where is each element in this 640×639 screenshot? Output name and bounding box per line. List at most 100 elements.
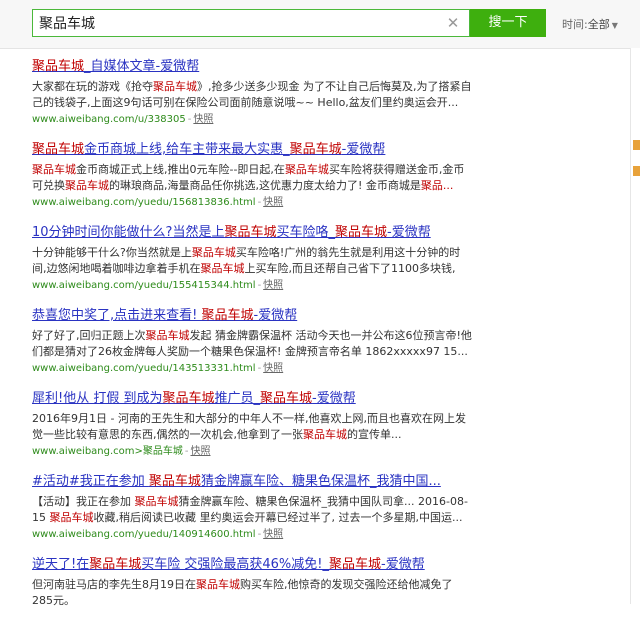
chevron-down-icon: ▼ <box>611 21 618 30</box>
result-snippet-text: 十分钟能够干什么?你当然就是上 <box>32 246 192 259</box>
result-title-link[interactable]: 逆天了!在聚品车城买车险 交强险最高获46%减免!_聚品车城-爱微帮 <box>32 556 472 574</box>
result-meta: www.aiweibang.com/yuedu/155415344.html - 快… <box>32 279 472 293</box>
meta-separator: - <box>257 529 262 540</box>
result-meta: www.aiweibang.com/u/338305- 快照 <box>32 113 472 127</box>
result-meta: www.aiweibang.com>聚品车城 - 快照 <box>32 445 472 459</box>
result-url[interactable]: www.aiweibang.com/yuedu/156813836.html <box>32 197 256 208</box>
result-url[interactable]: www.aiweibang.com/yuedu/143513331.html <box>32 363 256 374</box>
keyword-highlight: 聚品车城 <box>32 59 85 74</box>
result-url[interactable]: www.aiweibang.com/u/338305 <box>32 114 186 125</box>
result-snippet: 2016年9月1日 - 河南的王先生和大部分的中年人不一样,他喜欢上网,而且也喜… <box>32 411 472 443</box>
time-filter[interactable]: 时间:全部 ▼ <box>562 16 618 32</box>
search-button[interactable]: 搜一下 <box>470 9 546 37</box>
keyword-highlight: 聚品车城 <box>162 391 215 406</box>
result-title-text: -爱微帮 <box>253 308 298 323</box>
result-title-text: 推广员_ <box>214 391 261 406</box>
right-sidebar-marker <box>633 166 640 176</box>
cache-link[interactable]: 快照 <box>191 446 211 457</box>
keyword-highlight: 聚品车城 <box>145 329 190 342</box>
keyword-highlight: 聚品车城 <box>191 246 236 259</box>
search-box[interactable]: ✕ <box>32 9 470 37</box>
result-title-text: 逆天了!在 <box>32 557 90 572</box>
result-snippet-text: 的宣传单... <box>347 428 402 441</box>
clear-icon[interactable]: ✕ <box>445 13 461 33</box>
right-sidebar-marker <box>633 140 640 150</box>
result-title-link[interactable]: 恭喜您中奖了,点击进来查看! 聚品车城-爱微帮 <box>32 307 472 325</box>
result-title-text: 恭喜您中奖了,点击进来查看! <box>32 308 202 323</box>
result-snippet: 十分钟能够干什么?你当然就是上聚品车城买车险咯!广州的翁先生就是利用这十分钟的时… <box>32 245 472 277</box>
keyword-highlight: 聚品车城 <box>196 578 240 591</box>
result-title-text: -爱微帮 <box>312 391 356 406</box>
search-result: #活动#我正在参加 聚品车城猜金牌赢车险、糖果色保温杯_我猜中国... 【活动】我… <box>32 473 472 556</box>
result-title-text: -爱微帮 <box>341 142 386 157</box>
keyword-highlight: 聚品车城 <box>284 163 329 176</box>
keyword-highlight: 聚品车城 <box>65 179 109 192</box>
result-title-link[interactable]: 聚品车城金币商城上线,给车主带来最大实惠_聚品车城-爱微帮 <box>32 141 472 159</box>
result-meta: www.aiweibang.com/yuedu/156813836.html - 快… <box>32 196 472 210</box>
keyword-highlight: 聚品车城 <box>289 142 342 157</box>
search-result: 10分钟时间你能做什么?当然是上聚品车城买车险咯_聚品车城-爱微帮 十分钟能够干什… <box>32 224 472 307</box>
keyword-highlight: 聚品车城 <box>134 495 179 508</box>
result-snippet: 好了好了,回归正题上次聚品车城发起 猜金牌霸保温杯 活动今天也一并公布这6位预言… <box>32 328 472 360</box>
time-filter-label: 时间: <box>562 18 588 31</box>
search-input[interactable] <box>39 12 439 34</box>
time-filter-value[interactable]: 全部 <box>588 18 610 31</box>
result-title-text: #活动#我正在参加 <box>32 474 149 489</box>
result-title-text: _自媒体文章-爱微帮 <box>84 59 200 74</box>
result-title-text: 金币商城上线,给车主带来最大实惠_ <box>84 142 290 157</box>
result-title-text: -爱微帮 <box>381 557 425 572</box>
result-title-text: 买车险咯_ <box>276 225 335 240</box>
cache-link[interactable]: 快照 <box>263 363 283 374</box>
keyword-highlight: 聚品... <box>420 179 454 192</box>
keyword-highlight: 聚品车城 <box>334 225 387 240</box>
result-meta: www.aiweibang.com/yuedu/143513331.html - 快… <box>32 362 472 376</box>
search-result: 聚品车城金币商城上线,给车主带来最大实惠_聚品车城-爱微帮 聚品车城金币商城正式上… <box>32 141 472 224</box>
result-title-text: -爱微帮 <box>387 225 431 240</box>
search-header: ✕ 搜一下 时间:全部▼ <box>0 0 640 49</box>
cache-link[interactable]: 快照 <box>193 114 213 125</box>
result-title-text: 买车险 交强险最高获46%减免!_ <box>141 557 329 572</box>
keyword-highlight: 聚品车城 <box>49 511 94 524</box>
result-snippet-text: 【活动】我正在参加 <box>32 495 135 508</box>
keyword-highlight: 聚品车城 <box>201 308 254 323</box>
cache-link[interactable]: 快照 <box>263 197 283 208</box>
result-snippet: 【活动】我正在参加 聚品车城猜金牌赢车险、糖果色保温杯_我猜中国队司拿... 2… <box>32 494 472 526</box>
result-snippet: 聚品车城金币商城正式上线,推出0元车险--即日起,在聚品车城买车险将获得赠送金币… <box>32 162 472 194</box>
result-title-link[interactable]: 10分钟时间你能做什么?当然是上聚品车城买车险咯_聚品车城-爱微帮 <box>32 224 472 242</box>
result-url[interactable]: www.aiweibang.com/yuedu/140914600.html <box>32 529 256 540</box>
result-title-text: 犀利!他从 打假 到成为 <box>32 391 163 406</box>
keyword-highlight: 聚品车城 <box>32 163 76 176</box>
meta-separator: - <box>184 446 189 457</box>
search-result: 恭喜您中奖了,点击进来查看! 聚品车城-爱微帮 好了好了,回归正题上次聚品车城发起… <box>32 307 472 390</box>
result-snippet-text: 但河南驻马店的李先生8月19日在 <box>32 578 196 591</box>
result-url[interactable]: www.aiweibang.com/yuedu/155415344.html <box>32 280 256 291</box>
keyword-highlight: 聚品车城 <box>224 225 277 240</box>
result-snippet-text: 好了好了,回归正题上次 <box>32 329 146 342</box>
keyword-highlight: 聚品车城 <box>328 557 381 572</box>
meta-separator: - <box>257 197 262 208</box>
result-snippet-text: 大家都在玩的游戏《抢夺 <box>32 80 153 93</box>
result-url[interactable]: www.aiweibang.com>聚品车城 <box>32 446 183 457</box>
keyword-highlight: 聚品车城 <box>32 142 85 157</box>
meta-separator: - <box>187 114 192 125</box>
meta-separator: - <box>257 363 262 374</box>
search-result: 聚品车城_自媒体文章-爱微帮 大家都在玩的游戏《抢夺聚品车城》,抢多少送多少现金 … <box>32 58 472 141</box>
keyword-highlight: 聚品车城 <box>200 262 245 275</box>
keyword-highlight: 聚品车城 <box>153 80 197 93</box>
results-list: 聚品车城_自媒体文章-爱微帮 大家都在玩的游戏《抢夺聚品车城》,抢多少送多少现金 … <box>32 58 472 639</box>
cache-link[interactable]: 快照 <box>263 280 283 291</box>
meta-separator: - <box>257 280 262 291</box>
cache-link[interactable]: 快照 <box>263 529 283 540</box>
keyword-highlight: 聚品车城 <box>148 474 201 489</box>
result-snippet-text: 的琳琅商品,海量商品任你挑选,这优惠力度太给力了! 金币商城是 <box>109 179 421 192</box>
result-snippet: 大家都在玩的游戏《抢夺聚品车城》,抢多少送多少现金 为了不让自己后悔莫及,为了搭… <box>32 79 472 111</box>
result-snippet: 但河南驻马店的李先生8月19日在聚品车城购买车险,他惊奇的发现交强险还给他减免了… <box>32 577 472 609</box>
result-meta: www.aiweibang.com/yuedu/140914600.html - 快… <box>32 528 472 542</box>
result-title-text: 10分钟时间你能做什么?当然是上 <box>32 225 225 240</box>
result-title-link[interactable]: 聚品车城_自媒体文章-爱微帮 <box>32 58 472 76</box>
result-title-text: 猜金牌赢车险、糖果色保温杯_我猜中国... <box>200 474 441 489</box>
result-title-link[interactable]: #活动#我正在参加 聚品车城猜金牌赢车险、糖果色保温杯_我猜中国... <box>32 473 472 491</box>
result-snippet-text: 收藏,稍后阅读已收藏 里约奥运会开幕已经过半了, 过去一个多星期,中国运... <box>93 511 463 524</box>
result-snippet-text: 金币商城正式上线,推出0元车险--即日起,在 <box>76 163 285 176</box>
result-title-link[interactable]: 犀利!他从 打假 到成为聚品车城推广员_聚品车城-爱微帮 <box>32 390 472 408</box>
